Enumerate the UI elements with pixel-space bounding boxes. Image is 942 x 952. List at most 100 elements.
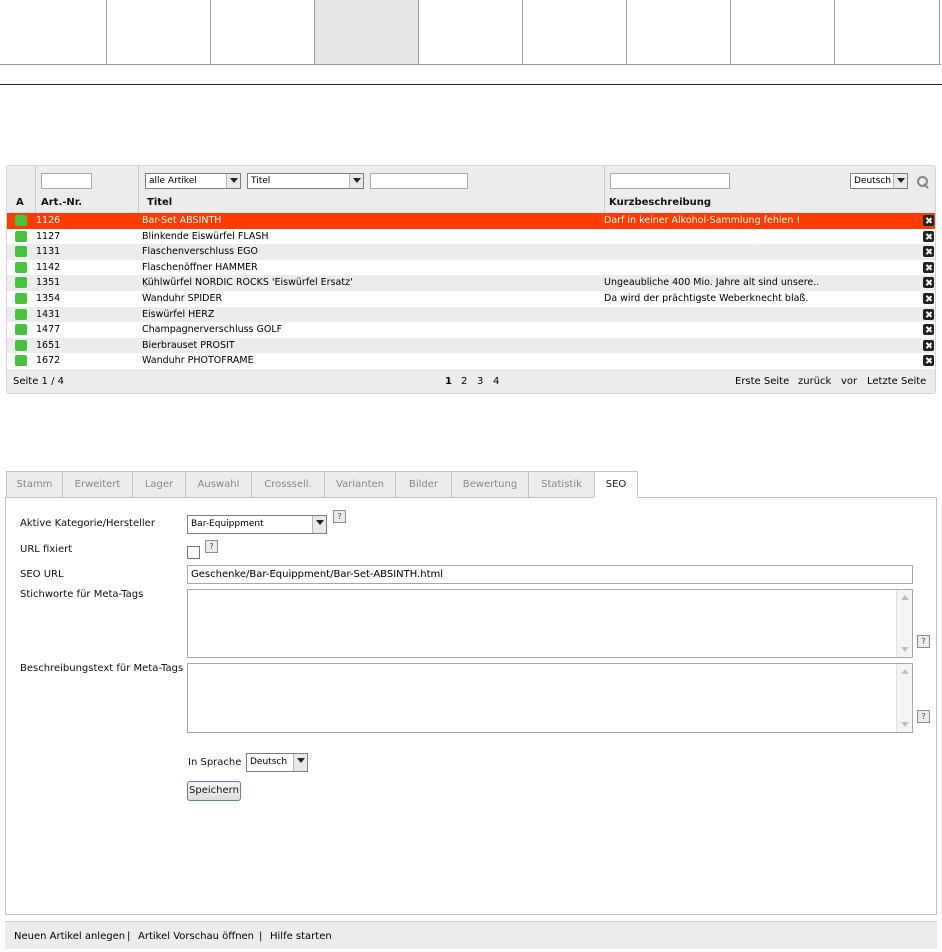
row-artnr: 1131 — [36, 246, 61, 258]
article-rows: 1126 Bar-Set ABSINTH Darf in keiner Alko… — [7, 213, 935, 369]
row-artnr: 1126 — [36, 215, 61, 226]
row-short-desc: Ungeaubliche 400 Mio. Jahre alt sind uns… — [604, 277, 820, 289]
help-icon[interactable]: ? — [205, 540, 218, 553]
nav-divider — [0, 64, 941, 65]
save-button[interactable]: Speichern — [187, 781, 241, 801]
artnr-filter-input[interactable] — [41, 173, 92, 189]
column-header-title[interactable]: Titel — [147, 197, 172, 208]
tab-stamm[interactable]: Stamm — [6, 471, 63, 498]
delete-icon[interactable] — [923, 324, 934, 336]
search-field-value: Titel — [251, 176, 271, 186]
row-artnr: 1354 — [36, 292, 61, 304]
url-fixed-checkbox[interactable] — [187, 546, 200, 559]
nav-cell[interactable] — [731, 0, 835, 64]
nav-cell[interactable] — [419, 0, 523, 64]
search-field-select[interactable]: Titel — [247, 173, 364, 189]
seo-url-input[interactable]: Geschenke/Bar-Equippment/Bar-Set-ABSINTH… — [187, 565, 913, 584]
nav-cell[interactable] — [107, 0, 211, 64]
chevron-down-icon — [312, 516, 326, 533]
table-row[interactable]: 1354 Wanduhr SPIDER Da wird der prächtig… — [7, 290, 935, 307]
scrollbar[interactable] — [896, 664, 912, 732]
category-select[interactable]: Bar-Equippment — [187, 515, 327, 534]
nav-cell[interactable] — [0, 0, 107, 64]
scrollbar[interactable] — [896, 590, 912, 657]
new-article-link[interactable]: Neuen Artikel anlegen — [14, 931, 125, 942]
tab-bewertung[interactable]: Bewertung — [451, 471, 529, 498]
row-title: Bar-Set ABSINTH — [142, 215, 222, 226]
next-page-link[interactable]: vor — [841, 376, 857, 387]
delete-icon[interactable] — [923, 292, 934, 304]
first-page-link[interactable]: Erste Seite — [735, 376, 789, 387]
keywords-label: Stichworte für Meta-Tags — [20, 589, 144, 600]
tab-crosssell[interactable]: Crosssell. — [251, 471, 325, 498]
tab-varianten[interactable]: Varianten — [324, 471, 396, 498]
title-filter-input[interactable] — [370, 173, 468, 189]
tab-auswahl[interactable]: Auswahl — [185, 471, 252, 498]
status-active-icon[interactable] — [15, 324, 27, 336]
tab-erweitert[interactable]: Erweitert — [62, 471, 133, 498]
row-title: Wanduhr PHOTOFRAME — [142, 355, 254, 367]
help-icon[interactable]: ? — [333, 510, 346, 523]
tab-lager[interactable]: Lager — [132, 471, 186, 498]
delete-icon[interactable] — [923, 355, 934, 367]
row-title: Kühlwürfel NORDIC ROCKS 'Eiswürfel Ersat… — [142, 277, 353, 289]
status-active-icon[interactable] — [15, 277, 27, 289]
status-active-icon[interactable] — [15, 215, 27, 226]
delete-icon[interactable] — [923, 230, 934, 242]
nav-cell[interactable] — [835, 0, 940, 64]
nav-cell[interactable] — [523, 0, 627, 64]
list-language-select[interactable]: Deutsch — [850, 173, 908, 189]
column-header-short-desc[interactable]: Kurzbeschreibung — [609, 197, 711, 208]
column-header-artnr[interactable]: Art.-Nr. — [41, 197, 82, 208]
status-active-icon[interactable] — [15, 261, 27, 273]
nav-cell[interactable] — [627, 0, 731, 64]
status-active-icon[interactable] — [15, 230, 27, 242]
table-row[interactable]: 1651 Bierbrauset PROSIT — [7, 337, 935, 354]
row-artnr: 1351 — [36, 277, 61, 289]
tab-seo[interactable]: SEO — [594, 471, 638, 498]
help-link[interactable]: Hilfe starten — [270, 931, 332, 942]
tab-bilder[interactable]: Bilder — [395, 471, 452, 498]
delete-icon[interactable] — [923, 215, 934, 226]
search-icon[interactable] — [916, 175, 930, 189]
article-type-select[interactable]: alle Artikel — [145, 173, 241, 189]
article-list: alle Artikel Titel Deutsch A Art.-Nr. Ti… — [6, 165, 936, 394]
table-row[interactable]: 1142 Flaschenöffner HAMMER — [7, 259, 935, 276]
table-row[interactable]: 1131 Flaschenverschluss EGO — [7, 244, 935, 260]
table-row[interactable]: 1351 Kühlwürfel NORDIC ROCKS 'Eiswürfel … — [7, 275, 935, 291]
description-textarea[interactable] — [187, 663, 913, 733]
status-active-icon[interactable] — [15, 246, 27, 258]
status-active-icon[interactable] — [15, 339, 27, 351]
delete-icon[interactable] — [923, 339, 934, 351]
article-preview-link[interactable]: Artikel Vorschau öffnen — [138, 931, 254, 942]
table-row[interactable]: 1126 Bar-Set ABSINTH Darf in keiner Alko… — [7, 213, 935, 229]
help-icon[interactable]: ? — [917, 635, 930, 648]
page-link-2[interactable]: 2 — [461, 376, 467, 387]
table-row[interactable]: 1127 Blinkende Eiswürfel FLASH — [7, 228, 935, 245]
nav-cell[interactable] — [211, 0, 315, 64]
seo-language-select[interactable]: Deutsch — [246, 753, 308, 772]
status-active-icon[interactable] — [15, 355, 27, 367]
delete-icon[interactable] — [923, 246, 934, 258]
help-icon[interactable]: ? — [917, 710, 930, 723]
table-row[interactable]: 1431 Eiswürfel HERZ — [7, 306, 935, 323]
tab-statistik[interactable]: Statistik — [528, 471, 595, 498]
column-header-active[interactable]: A — [16, 197, 24, 208]
page-link-1[interactable]: 1 — [445, 376, 452, 387]
row-title: Wanduhr SPIDER — [142, 292, 223, 304]
delete-icon[interactable] — [923, 261, 934, 273]
delete-icon[interactable] — [923, 308, 934, 320]
previous-page-link[interactable]: zurück — [798, 376, 831, 387]
table-row[interactable]: 1672 Wanduhr PHOTOFRAME — [7, 353, 935, 369]
short-desc-filter-input[interactable] — [610, 173, 730, 189]
last-page-link[interactable]: Letzte Seite — [867, 376, 926, 387]
keywords-textarea[interactable] — [187, 589, 913, 658]
status-active-icon[interactable] — [15, 308, 27, 320]
delete-icon[interactable] — [923, 277, 934, 289]
row-artnr: 1431 — [36, 308, 61, 320]
table-row[interactable]: 1477 Champagnerverschluss GOLF — [7, 322, 935, 338]
page-link-4[interactable]: 4 — [493, 376, 499, 387]
status-active-icon[interactable] — [15, 292, 27, 304]
page-link-3[interactable]: 3 — [477, 376, 483, 387]
nav-cell-active[interactable] — [315, 0, 419, 64]
